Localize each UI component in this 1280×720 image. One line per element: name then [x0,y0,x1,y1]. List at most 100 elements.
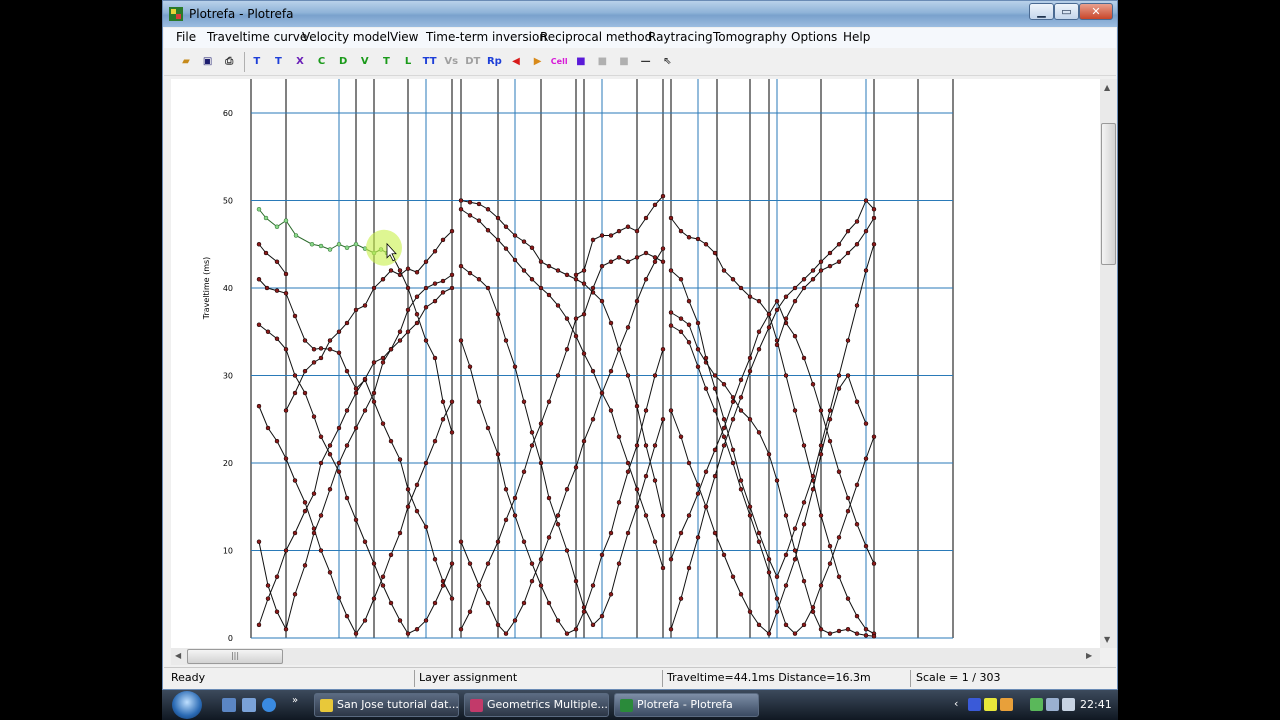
menu-options[interactable]: Options [791,30,837,44]
traveltime-point [458,198,464,203]
traveltime-point [283,627,289,632]
open-icon[interactable]: ▰ [177,53,195,71]
menu-raytracing[interactable]: Raytracing [648,30,713,44]
minimize-button[interactable]: ▁ [1029,3,1054,20]
traveltime-chart[interactable]: 0 10 20 30 40 50 60 Traveltime (ms) [171,79,1100,648]
traveltime-point [344,408,350,413]
menu-help[interactable]: Help [843,30,870,44]
traveltime-point [652,478,658,483]
traveltime-point [634,228,640,234]
tool-t-blue-2[interactable]: T [269,53,287,71]
traveltime-point [747,609,753,614]
menu-file[interactable]: File [176,30,196,44]
tool-x[interactable]: X [291,53,309,71]
traveltime-point [810,277,816,282]
arrow-right-icon[interactable]: ▶ [529,53,547,71]
traveltime-point [827,438,833,444]
traveltime-point [336,595,342,600]
menu-view[interactable]: View [390,30,418,44]
tool-gray-2[interactable]: ■ [615,53,633,71]
scroll-left-icon[interactable]: ◀ [175,651,181,660]
tool-tt[interactable]: TT [421,53,439,71]
traveltime-point [845,338,851,343]
tool-gray-1[interactable]: ■ [593,53,611,71]
traveltime-plot-area[interactable]: 0 10 20 30 40 50 60 Traveltime (ms) [171,79,1100,648]
tray-icon-3[interactable] [1000,698,1013,711]
arrow-left-icon[interactable]: ◀ [507,53,525,71]
traveltime-point [581,268,587,273]
traveltime-point [756,347,762,352]
traveltime-point [380,355,386,361]
menu-velocity-model[interactable]: Velocity model [302,30,390,44]
maximize-button[interactable]: ▭ [1054,3,1079,20]
menu-time-term-inversion[interactable]: Time-term inversion [426,30,547,44]
traveltime-point [712,408,718,413]
traveltime-point [311,414,317,419]
traveltime-point [256,539,262,544]
traveltime-point [730,417,736,422]
traveltime-point [302,368,308,374]
traveltime-point [783,316,789,321]
pointer-icon[interactable]: ⇖ [658,53,676,71]
traveltime-point [283,408,289,413]
scroll-up-icon[interactable]: ▲ [1104,83,1110,92]
line-icon[interactable]: — [637,53,655,71]
traveltime-point [432,600,438,606]
horizontal-scroll-thumb[interactable]: ||| [187,649,283,664]
menu-reciprocal-method[interactable]: Reciprocal method [540,30,652,44]
tray-icon-1[interactable] [968,698,981,711]
traveltime-point [643,215,649,221]
tray-icon-2[interactable] [984,698,997,711]
tool-l[interactable]: L [399,53,417,71]
tool-rp[interactable]: Rp [485,53,503,71]
tool-c[interactable]: C [313,53,331,71]
show-desktop-icon[interactable] [222,698,236,712]
close-button[interactable]: ✕ [1079,3,1113,20]
tool-v[interactable]: V [356,53,374,71]
tool-dt[interactable]: DT [464,53,482,71]
tool-t-blue-1[interactable]: T [248,53,266,71]
traveltime-point [810,268,816,273]
traveltime-point [529,245,535,250]
horizontal-scrollbar[interactable]: ◀ ||| ▶ [171,648,1100,665]
traveltime-point [695,236,701,242]
tool-d[interactable]: D [334,53,352,71]
volume-icon[interactable] [1062,698,1075,711]
quicklaunch-more-icon[interactable]: » [292,695,298,706]
title-bar[interactable]: Plotrefa - Plotrefa ▁ ▭ ✕ [163,1,1117,27]
traveltime-point [738,395,744,400]
vertical-scrollbar[interactable]: ▲ ▼ [1100,79,1117,648]
traveltime-point [458,539,464,544]
vertical-scroll-thumb[interactable] [1101,123,1116,265]
task-geometrics[interactable]: Geometrics Multiple... [464,693,609,717]
menu-tomography[interactable]: Tomography [713,30,787,44]
tool-vs[interactable]: Vs [442,53,460,71]
network-icon[interactable] [1030,698,1043,711]
traveltime-point [283,347,289,352]
traveltime-point [774,574,780,579]
task-plotrefa[interactable]: Plotrefa - Plotrefa [614,693,759,717]
traveltime-point [686,298,692,304]
tool-color[interactable]: ■ [572,53,590,71]
internet-explorer-icon[interactable] [262,698,276,712]
traveltime-point [792,408,798,413]
print-icon[interactable]: ⎙ [220,53,238,71]
traveltime-point [555,373,561,378]
switch-windows-icon[interactable] [242,698,256,712]
task-san-jose[interactable]: San Jose tutorial dat... [314,693,459,717]
traveltime-point [766,312,772,317]
tool-t-green[interactable]: T [377,53,395,71]
start-button[interactable] [172,691,202,719]
traveltime-point [660,347,666,352]
tray-expand-icon[interactable]: ‹ [954,697,958,710]
traveltime-point [660,246,666,251]
menu-traveltime-curve[interactable]: Traveltime curve [207,30,307,44]
scroll-down-icon[interactable]: ▼ [1104,635,1110,644]
tool-cell[interactable]: Cell [550,53,568,71]
traveltime-point [529,277,535,282]
traveltime-point [660,417,666,422]
scroll-right-icon[interactable]: ▶ [1086,651,1092,660]
traveltime-point [344,495,350,501]
power-icon[interactable] [1046,698,1059,711]
save-icon[interactable]: ▣ [199,53,217,71]
